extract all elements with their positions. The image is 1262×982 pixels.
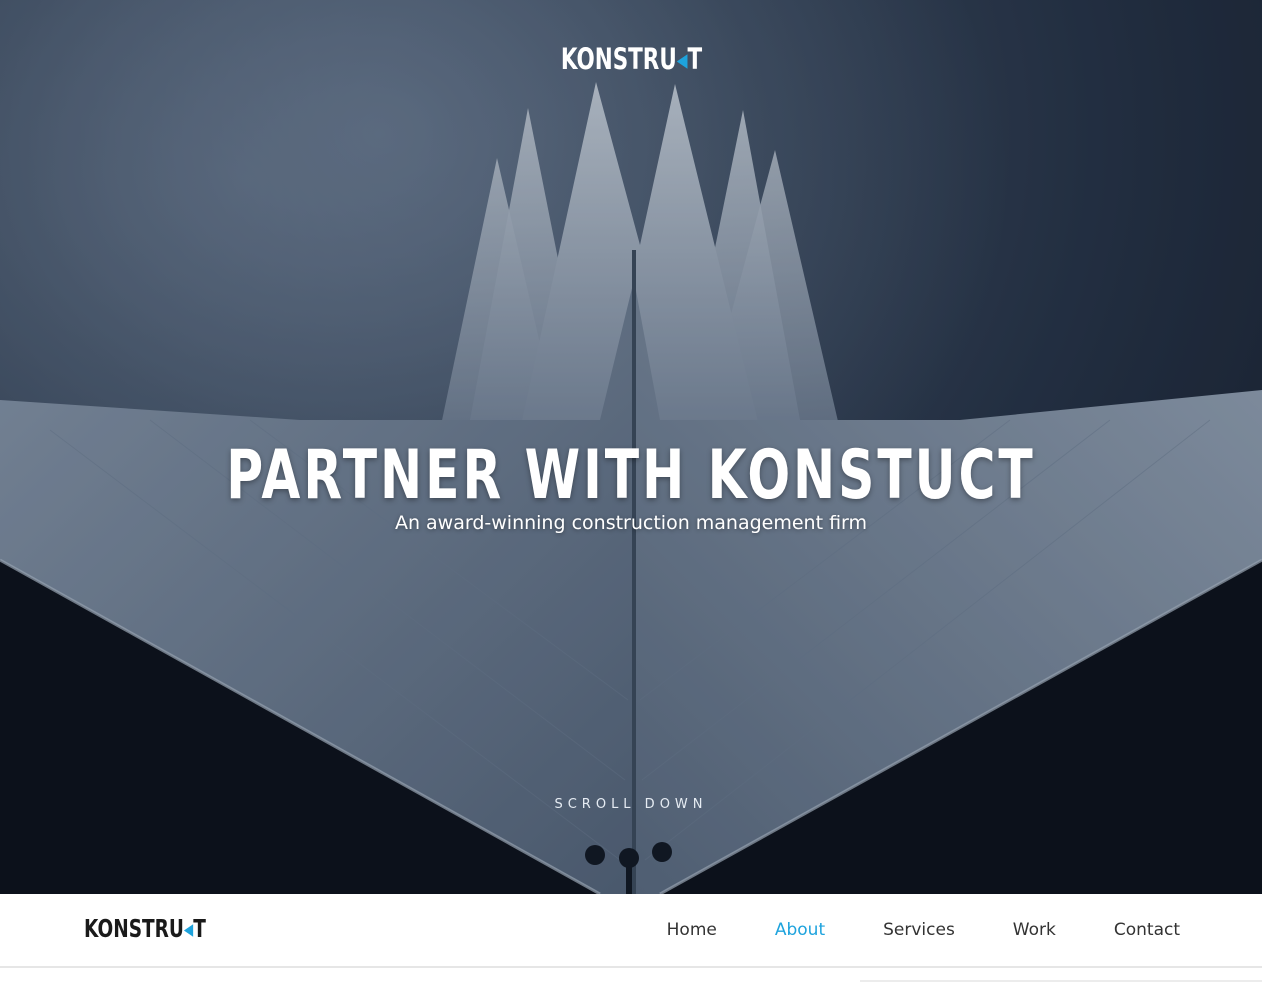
hero-section: KONSTRU◂T PARTNER WITH KONSTUCT An award… xyxy=(0,0,1262,894)
logo-wordmark: KONSTRU◂T xyxy=(560,42,701,76)
hero-logo[interactable]: KONSTRU◂T xyxy=(0,42,1262,76)
logo-text-end: T xyxy=(687,42,702,76)
hero-headline-text: PARTNER WITH KONSTUCT xyxy=(226,436,1036,515)
hero-subtitle: An award-winning construction management… xyxy=(394,512,868,534)
logo-text-main: KONSTRU xyxy=(84,914,184,943)
hero-headline: PARTNER WITH KONSTUCT xyxy=(0,436,1262,515)
scroll-down-link[interactable]: SCROLL DOWN xyxy=(0,797,1262,812)
nav-link-work[interactable]: Work xyxy=(1013,920,1056,940)
nav-link-services[interactable]: Services xyxy=(883,920,955,940)
logo-mark-icon: ◂ xyxy=(676,42,688,76)
navbar-logo[interactable]: KONSTRU◂T xyxy=(84,914,249,943)
nav-links: Home About Services Work Contact xyxy=(609,894,1180,966)
logo-mark-icon: ◂ xyxy=(183,914,194,943)
logo-text-end: T xyxy=(193,914,206,943)
nav-link-about[interactable]: About xyxy=(775,920,825,940)
logo-wordmark: KONSTRU◂T xyxy=(84,914,206,943)
logo-text-main: KONSTRU xyxy=(560,42,677,76)
main-navbar: KONSTRU◂T Home About Services Work Conta… xyxy=(0,894,1262,968)
nav-link-contact[interactable]: Contact xyxy=(1114,920,1180,940)
nav-link-home[interactable]: Home xyxy=(667,920,717,940)
